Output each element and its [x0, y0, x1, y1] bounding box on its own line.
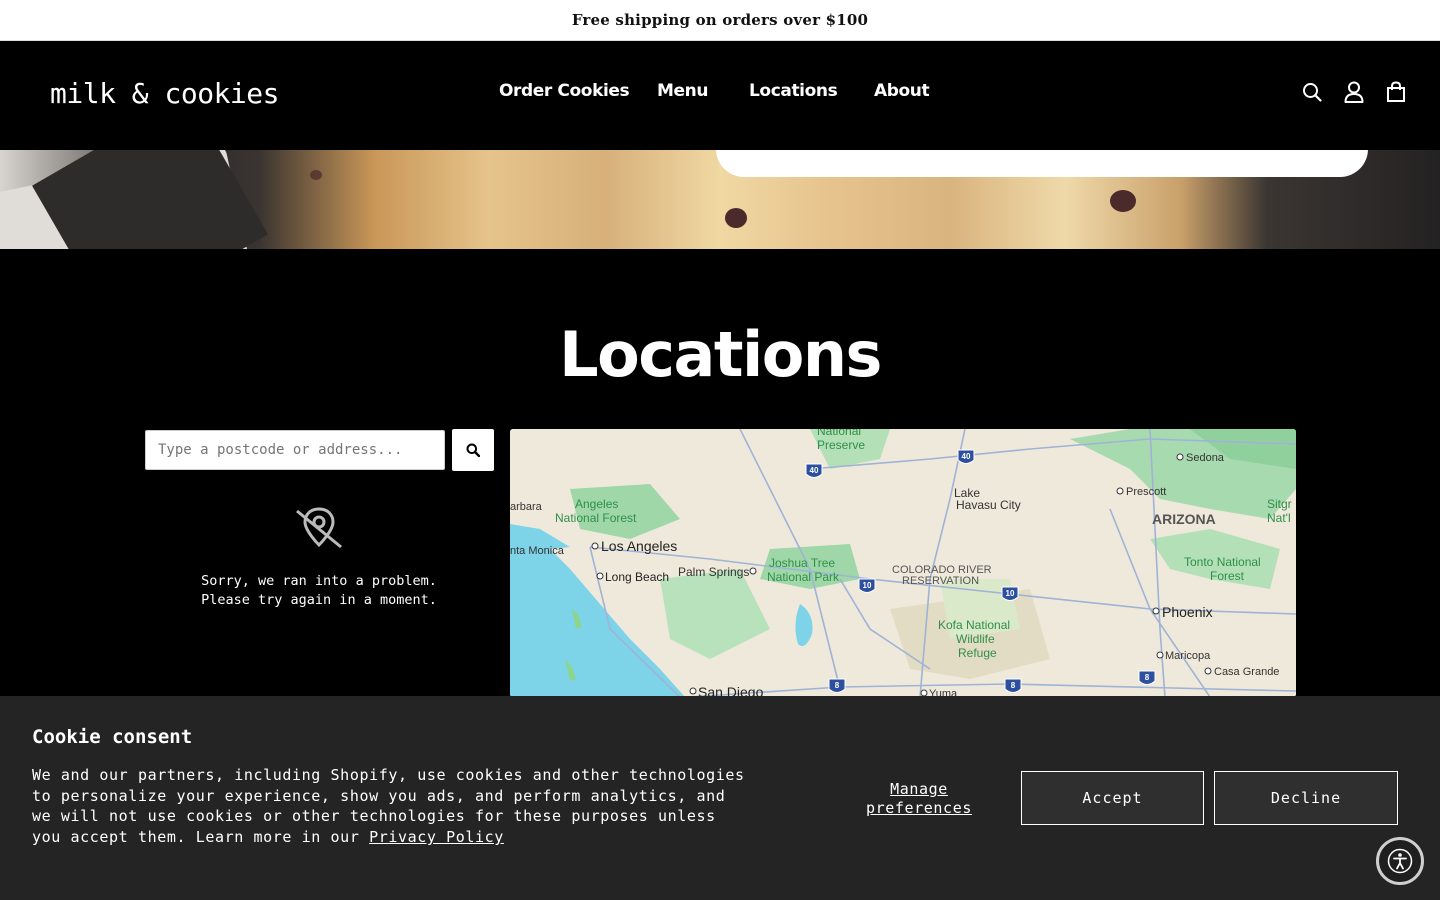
- svg-text:Forest: Forest: [1210, 569, 1245, 583]
- announcement-text: Free shipping on orders over $100: [571, 11, 869, 29]
- svg-text:Havasu City: Havasu City: [956, 498, 1021, 512]
- locations-map[interactable]: 40 40 10 10 8 8 8 National Preserve Ange…: [510, 429, 1296, 697]
- svg-text:Long Beach: Long Beach: [605, 570, 669, 584]
- svg-text:Tonto National: Tonto National: [1184, 555, 1261, 569]
- svg-text:arbara: arbara: [510, 501, 543, 513]
- cart-icon[interactable]: [1384, 79, 1408, 105]
- announcement-bar: Free shipping on orders over $100: [0, 0, 1440, 41]
- account-icon[interactable]: [1342, 79, 1366, 105]
- svg-text:Refuge: Refuge: [958, 646, 997, 660]
- locator-error-message: Sorry, we ran into a problem. Please try…: [201, 573, 437, 608]
- privacy-policy-link[interactable]: Privacy Policy: [369, 828, 504, 846]
- svg-text:National Forest: National Forest: [555, 511, 637, 525]
- svg-text:Casa Grande: Casa Grande: [1214, 666, 1279, 678]
- cookie-title: Cookie consent: [32, 726, 193, 748]
- svg-text:Preserve: Preserve: [817, 438, 865, 452]
- svg-text:Los Angeles: Los Angeles: [601, 538, 677, 554]
- nav-menu[interactable]: Menu: [657, 81, 708, 101]
- svg-text:National Park: National Park: [767, 570, 840, 584]
- svg-text:Palm Springs: Palm Springs: [678, 565, 749, 579]
- header-actions: [1300, 79, 1408, 105]
- svg-text:8: 8: [835, 681, 840, 690]
- nav-about[interactable]: About: [874, 81, 930, 101]
- hero-raisin: [1110, 190, 1136, 212]
- site-header: milk & cookies Order Cookies Menu Locati…: [0, 41, 1440, 150]
- svg-text:10: 10: [863, 581, 872, 590]
- search-icon: [466, 443, 480, 457]
- svg-text:8: 8: [1145, 673, 1150, 682]
- svg-text:Sitgr: Sitgr: [1267, 497, 1292, 511]
- svg-text:Phoenix: Phoenix: [1162, 604, 1213, 620]
- svg-text:Sedona: Sedona: [1186, 452, 1225, 464]
- cookie-consent-banner: Cookie consent We and our partners, incl…: [0, 696, 1440, 900]
- location-search-button[interactable]: [452, 429, 494, 471]
- svg-text:Maricopa: Maricopa: [1165, 650, 1211, 662]
- nav-locations[interactable]: Locations: [749, 81, 838, 101]
- svg-text:8: 8: [1011, 681, 1016, 690]
- svg-text:RESERVATION: RESERVATION: [902, 575, 979, 587]
- hero-knife: [32, 150, 268, 249]
- svg-text:Nat'l: Nat'l: [1267, 511, 1291, 525]
- hero-card: [716, 150, 1368, 177]
- accept-button[interactable]: Accept: [1021, 771, 1204, 825]
- svg-text:Prescott: Prescott: [1126, 486, 1166, 498]
- hero-image: [0, 150, 1440, 249]
- svg-text:40: 40: [810, 466, 819, 475]
- decline-button[interactable]: Decline: [1214, 771, 1398, 825]
- location-search-input[interactable]: [145, 430, 445, 470]
- svg-text:Kofa National: Kofa National: [938, 618, 1010, 632]
- location-off-icon: [293, 505, 345, 551]
- svg-text:nta Monica: nta Monica: [510, 545, 565, 557]
- svg-text:ARIZONA: ARIZONA: [1152, 511, 1216, 527]
- svg-text:10: 10: [1006, 589, 1015, 598]
- svg-text:40: 40: [962, 452, 971, 461]
- hero-raisin: [310, 170, 322, 180]
- svg-text:Joshua Tree: Joshua Tree: [769, 556, 835, 570]
- nav-order-cookies[interactable]: Order Cookies: [499, 81, 630, 101]
- cookie-body: We and our partners, including Shopify, …: [32, 766, 745, 847]
- site-logo[interactable]: milk & cookies: [50, 77, 280, 110]
- page-title: Locations: [559, 318, 882, 391]
- svg-text:Angeles: Angeles: [575, 497, 618, 511]
- manage-preferences-link[interactable]: Manage preferences: [850, 780, 988, 818]
- accessibility-icon: [1387, 848, 1413, 874]
- svg-text:National: National: [817, 429, 861, 438]
- hero-raisin: [725, 208, 747, 228]
- svg-text:Wildlife: Wildlife: [956, 632, 995, 646]
- accessibility-button[interactable]: [1376, 837, 1424, 885]
- search-icon[interactable]: [1300, 79, 1324, 105]
